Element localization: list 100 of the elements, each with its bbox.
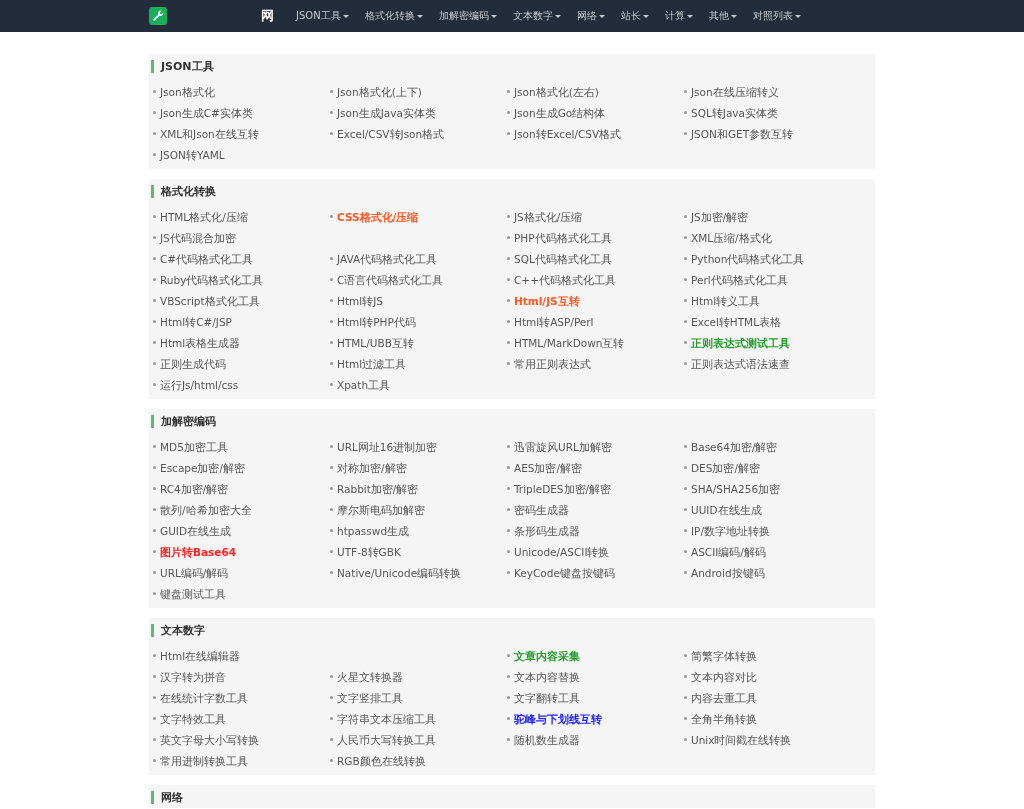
tool-link[interactable]: Json格式化(上下)	[337, 84, 422, 99]
tool-link[interactable]: Html转义工具	[691, 293, 761, 308]
tool-link[interactable]: GUID在线生成	[160, 523, 231, 538]
tool-link[interactable]: 火星文转换器	[337, 669, 403, 684]
tool-link[interactable]: Json格式化(左右)	[514, 84, 599, 99]
tool-link[interactable]: Json生成C#实体类	[160, 105, 253, 120]
tool-link[interactable]: Html过滤工具	[337, 356, 407, 371]
tool-link[interactable]: XML和Json在线互转	[160, 126, 259, 141]
tool-link[interactable]: 文字特效工具	[160, 711, 226, 726]
tool-link[interactable]: JAVA代码格式化工具	[337, 251, 438, 266]
tool-link[interactable]: 散列/哈希加密大全	[160, 502, 252, 517]
tool-link[interactable]: Json生成Go结构体	[514, 105, 606, 120]
nav-menu-item[interactable]: 对照列表	[744, 0, 809, 32]
tool-link[interactable]: 正则表达式语法速查	[691, 356, 790, 371]
tool-link[interactable]: HTML/MarkDown互转	[514, 335, 625, 350]
tool-link[interactable]: XML压缩/格式化	[691, 230, 772, 245]
tool-link[interactable]: IP/数字地址转换	[691, 523, 770, 538]
tool-link[interactable]: 在线统计字数工具	[160, 690, 248, 705]
tool-link[interactable]: Unicode/ASCII转换	[514, 544, 610, 559]
tool-link[interactable]: JS格式化/压缩	[514, 209, 583, 224]
tool-link[interactable]: Html表格生成器	[160, 335, 241, 350]
tool-link[interactable]: HTML/UBB互转	[337, 335, 414, 350]
tool-link[interactable]: URL编码/解码	[160, 565, 229, 580]
tool-link[interactable]: 文本内容替换	[514, 669, 580, 684]
tool-link[interactable]: Rabbit加密/解密	[337, 481, 419, 496]
tool-link[interactable]: Ruby代码格式化工具	[160, 272, 264, 287]
tool-link[interactable]: Perl代码格式化工具	[691, 272, 788, 287]
tool-link[interactable]: 全角半角转换	[691, 711, 757, 726]
tool-link[interactable]: Excel转HTML表格	[691, 314, 782, 329]
tool-link[interactable]: SQL转Java实体类	[691, 105, 778, 120]
tool-link[interactable]: HTML格式化/压缩	[160, 209, 248, 224]
tool-link[interactable]: Base64加密/解密	[691, 439, 778, 454]
tool-link[interactable]: TripleDES加密/解密	[514, 481, 612, 496]
tool-link[interactable]: AES加密/解密	[514, 460, 583, 475]
tool-link[interactable]: C语言代码格式化工具	[337, 272, 444, 287]
tool-link[interactable]: VBScript格式化工具	[160, 293, 260, 308]
nav-menu-item[interactable]: JSON工具	[288, 0, 357, 32]
tool-link[interactable]: UTF-8转GBK	[337, 544, 401, 559]
tool-link[interactable]: RC4加密/解密	[160, 481, 229, 496]
tool-link[interactable]: Unix时间戳在线转换	[691, 732, 792, 747]
tool-link[interactable]: JSON和GET参数互转	[691, 126, 794, 141]
tool-link[interactable]: htpasswd生成	[337, 523, 410, 538]
tool-link[interactable]: JS代码混合加密	[160, 230, 236, 245]
nav-menu-item[interactable]: 文本数字	[504, 0, 569, 32]
tool-link[interactable]: Excel/CSV转Json格式	[337, 126, 445, 141]
tool-link[interactable]: Json格式化	[160, 84, 215, 99]
tool-link[interactable]: Python代码格式化工具	[691, 251, 805, 266]
tool-link[interactable]: URL网址16进制加密	[337, 439, 438, 454]
nav-menu-item[interactable]: 加解密编码	[430, 0, 505, 32]
tool-link[interactable]: 常用进制转换工具	[160, 753, 248, 768]
nav-menu-item[interactable]: 其他	[700, 0, 745, 32]
tool-link[interactable]: Json生成Java实体类	[337, 105, 436, 120]
tool-link[interactable]: 字符串文本压缩工具	[337, 711, 436, 726]
tool-link[interactable]: PHP代码格式化工具	[514, 230, 612, 245]
tool-link[interactable]: 键盘测试工具	[160, 586, 226, 601]
tool-link[interactable]: 文字翻转工具	[514, 690, 580, 705]
tool-link[interactable]: C++代码格式化工具	[514, 272, 616, 287]
tool-link[interactable]: 汉字转为拼音	[160, 669, 226, 684]
tool-link[interactable]: Escape加密/解密	[160, 460, 245, 475]
tool-link[interactable]: Json在线压缩转义	[691, 84, 779, 99]
nav-menu-item[interactable]: 格式化转换	[356, 0, 431, 32]
tool-link[interactable]: 条形码生成器	[514, 523, 580, 538]
tool-link[interactable]: MD5加密工具	[160, 439, 228, 454]
tool-link[interactable]: Html在线编辑器	[160, 648, 241, 663]
tool-link[interactable]: 运行Js/html/css	[160, 377, 239, 392]
tool-link[interactable]: Html转JS	[337, 293, 383, 308]
tool-link[interactable]: Json转Excel/CSV格式	[514, 126, 622, 141]
tool-link[interactable]: DES加密/解密	[691, 460, 760, 475]
tool-link[interactable]: 文本内容对比	[691, 669, 757, 684]
tool-link[interactable]: 驼峰与下划线互转	[514, 711, 602, 726]
tool-link[interactable]: SQL代码格式化工具	[514, 251, 612, 266]
tool-link[interactable]: UUID在线生成	[691, 502, 762, 517]
tool-link[interactable]: Html转PHP代码	[337, 314, 416, 329]
tool-link[interactable]: Html转C#/JSP	[160, 314, 232, 329]
tool-link[interactable]: Android按键码	[691, 565, 765, 580]
tool-link[interactable]: 内容去重工具	[691, 690, 757, 705]
tool-link[interactable]: 英文字母大小写转换	[160, 732, 259, 747]
tool-link[interactable]: 正则生成代码	[160, 356, 226, 371]
tool-link[interactable]: 对称加密/解密	[337, 460, 407, 475]
tool-link[interactable]: Native/Unicode编码转换	[337, 565, 462, 580]
nav-menu-item[interactable]: 站长	[612, 0, 657, 32]
tool-link[interactable]: 图片转Base64	[160, 544, 237, 559]
tool-link[interactable]: Html转ASP/Perl	[514, 314, 594, 329]
tool-link[interactable]: RGB颜色在线转换	[337, 753, 426, 768]
tool-link[interactable]: ASCII编码/解码	[691, 544, 766, 559]
tool-link[interactable]: JS加密/解密	[691, 209, 749, 224]
tool-link[interactable]: SHA/SHA256加密	[691, 481, 781, 496]
nav-menu-item[interactable]: 网络	[568, 0, 613, 32]
tool-link[interactable]: 简繁字体转换	[691, 648, 757, 663]
tool-link[interactable]: 迅雷旋风URL加解密	[514, 439, 612, 454]
wrench-logo-icon[interactable]	[149, 7, 167, 25]
tool-link[interactable]: 随机数生成器	[514, 732, 580, 747]
tool-link[interactable]: JSON转YAML	[160, 147, 225, 162]
site-logo-text[interactable]: 网	[171, 7, 274, 25]
tool-link[interactable]: C#代码格式化工具	[160, 251, 254, 266]
tool-link[interactable]: 文字竖排工具	[337, 690, 403, 705]
tool-link[interactable]: Xpath工具	[337, 377, 391, 392]
tool-link[interactable]: KeyCode键盘按键码	[514, 565, 615, 580]
tool-link[interactable]: 摩尔斯电码加解密	[337, 502, 425, 517]
nav-menu-item[interactable]: 计算	[656, 0, 701, 32]
